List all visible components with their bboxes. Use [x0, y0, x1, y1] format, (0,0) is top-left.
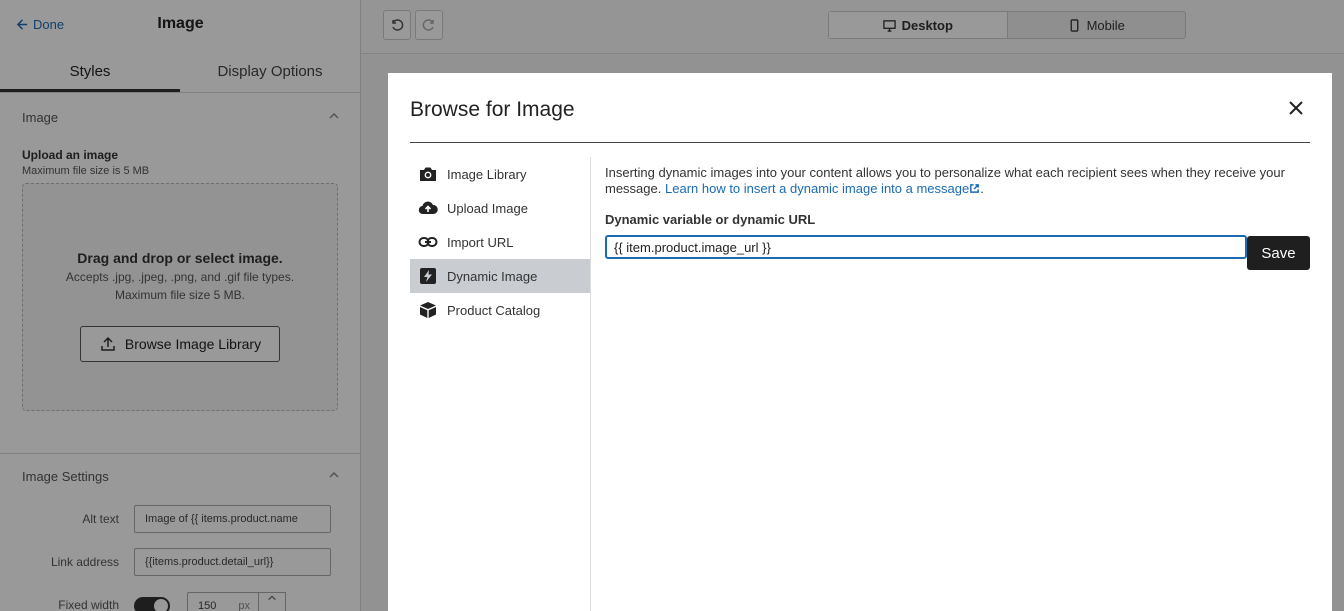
dynamic-image-content: Inserting dynamic images into your conte…	[605, 165, 1310, 270]
nav-divider	[590, 157, 591, 611]
browse-image-modal: Browse for Image Image Library Upload Im…	[388, 73, 1332, 611]
nav-label: Image Library	[447, 166, 527, 182]
nav-item-upload-image[interactable]: Upload Image	[410, 191, 590, 225]
nav-item-image-library[interactable]: Image Library	[410, 157, 590, 191]
nav-label: Dynamic Image	[447, 268, 538, 284]
intro-text: Inserting dynamic images into your conte…	[605, 165, 1285, 196]
nav-item-dynamic-image[interactable]: Dynamic Image	[410, 259, 590, 293]
cloud-upload-icon	[418, 201, 438, 215]
modal-divider	[410, 142, 1310, 143]
nav-label: Import URL	[447, 234, 514, 250]
source-nav: Image Library Upload Image Import URL Dy…	[410, 157, 590, 327]
nav-label: Upload Image	[447, 200, 528, 216]
box-icon	[420, 302, 436, 318]
dynamic-url-label: Dynamic variable or dynamic URL	[605, 212, 816, 227]
dynamic-url-input[interactable]	[605, 235, 1247, 259]
modal-title: Browse for Image	[410, 98, 575, 121]
external-link-icon	[970, 184, 980, 193]
link-icon	[418, 237, 438, 247]
camera-icon	[420, 167, 436, 181]
dynamic-image-icon	[420, 268, 436, 284]
learn-more-link[interactable]: Learn how to insert a dynamic image into…	[665, 181, 980, 196]
save-button[interactable]: Save	[1247, 236, 1310, 270]
nav-label: Product Catalog	[447, 302, 541, 318]
nav-item-product-catalog[interactable]: Product Catalog	[410, 293, 590, 327]
close-icon[interactable]	[1288, 100, 1304, 116]
nav-item-import-url[interactable]: Import URL	[410, 225, 590, 259]
learn-more-label: Learn how to insert a dynamic image into…	[665, 181, 970, 196]
